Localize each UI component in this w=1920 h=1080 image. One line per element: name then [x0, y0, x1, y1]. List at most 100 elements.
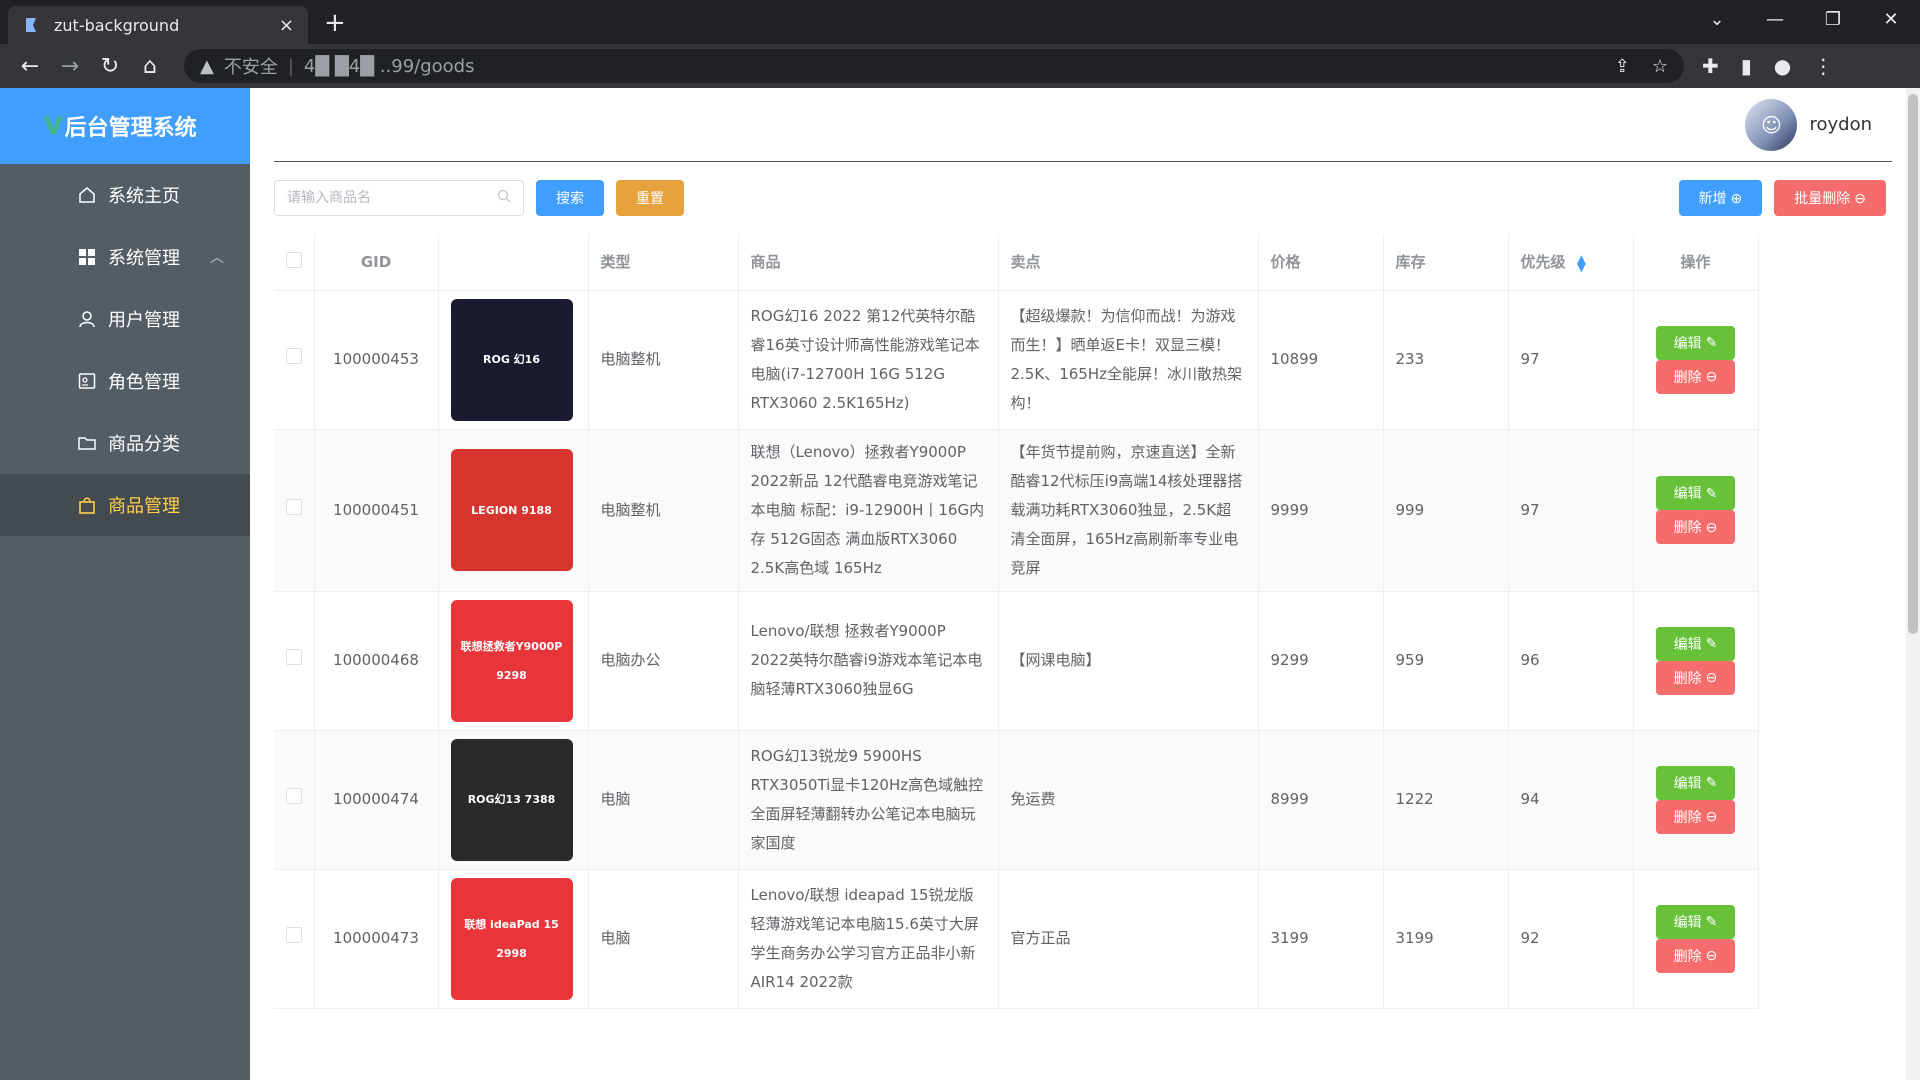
- warning-icon: ▲: [200, 55, 214, 77]
- delete-button[interactable]: 删除 ⊖: [1655, 799, 1736, 834]
- product-thumbnail: ROG 幻16: [450, 298, 573, 421]
- delete-button-label: 删除: [1673, 368, 1702, 385]
- type-cell: 电脑: [588, 730, 739, 870]
- search-box: [274, 180, 524, 216]
- table-row: 100000473 联想 ideaPad 15 2998 电脑 Lenovo/联…: [274, 869, 1759, 1009]
- search-button[interactable]: 搜索: [536, 180, 604, 216]
- sort-caret-icon[interactable]: ▲ ▼: [1577, 253, 1586, 273]
- bookmark-star-icon[interactable]: ☆: [1652, 56, 1668, 77]
- scrollbar-thumb[interactable]: [1908, 94, 1918, 634]
- image-cell: ROG 幻16: [438, 290, 589, 430]
- sidebar-item-system[interactable]: 系统管理 ︿: [0, 226, 250, 288]
- actions-cell: 编辑 ✎ 删除 ⊖: [1633, 730, 1759, 870]
- row-select-cell: [274, 429, 315, 592]
- row-select-cell: [274, 730, 315, 870]
- row-checkbox[interactable]: [286, 649, 302, 665]
- edit-button[interactable]: 编辑 ✎: [1655, 765, 1736, 800]
- product-thumbnail: 联想 ideaPad 15 2998: [450, 877, 573, 1000]
- column-header-image: [438, 234, 589, 291]
- row-checkbox[interactable]: [286, 788, 302, 804]
- search-input[interactable]: [287, 190, 497, 206]
- gid-cell: 100000474: [314, 730, 439, 870]
- table-header-row: GID 类型 商品 卖点 价格 库存 优先级 ▲ ▼ 操作: [274, 234, 1759, 291]
- delete-button[interactable]: 删除 ⊖: [1655, 938, 1736, 973]
- share-icon[interactable]: ⇪: [1615, 56, 1630, 77]
- column-header-priority[interactable]: 优先级 ▲ ▼: [1508, 234, 1634, 291]
- username[interactable]: roydon: [1809, 114, 1872, 135]
- priority-cell: 97: [1508, 290, 1634, 430]
- row-checkbox[interactable]: [286, 927, 302, 943]
- shopping-bag-icon: [76, 494, 98, 516]
- row-checkbox[interactable]: [286, 498, 302, 515]
- delete-button-label: 删除: [1673, 519, 1702, 535]
- browser-tabbar: zut-background × + ⌄ — ❐ ✕: [0, 0, 1920, 44]
- selling-point-cell: 免运费: [998, 730, 1259, 870]
- extensions-icon[interactable]: ✚: [1702, 54, 1719, 78]
- product-thumbnail: 联想拯救者Y9000P 9298: [450, 599, 573, 722]
- column-header-gid: GID: [314, 234, 439, 291]
- price-cell: 9299: [1258, 591, 1384, 731]
- page-scrollbar[interactable]: [1906, 88, 1920, 1080]
- edit-button[interactable]: 编辑 ✎: [1655, 476, 1736, 510]
- batch-delete-button[interactable]: 批量删除 ⊖: [1774, 180, 1886, 216]
- actions-cell: 编辑 ✎ 删除 ⊖: [1633, 290, 1759, 430]
- menu-kebab-icon[interactable]: ⋮: [1813, 54, 1833, 78]
- add-button[interactable]: 新增 ⊕: [1678, 180, 1763, 216]
- price-cell: 9999: [1258, 429, 1384, 592]
- search-icon: [497, 189, 511, 207]
- edit-button[interactable]: 编辑 ✎: [1655, 325, 1736, 360]
- home-browser-icon[interactable]: ⌂: [130, 54, 170, 79]
- gid-cell: 100000453: [314, 290, 439, 430]
- sidebar-item-label: 商品分类: [108, 434, 180, 455]
- restore-icon[interactable]: ❐: [1804, 0, 1862, 40]
- price-cell: 8999: [1258, 730, 1384, 870]
- reload-icon[interactable]: ↻: [90, 54, 130, 79]
- tab-search-icon[interactable]: ⌄: [1688, 0, 1746, 40]
- table-row: 100000474 ROG幻13 7388 电脑 ROG幻13锐龙9 5900H…: [274, 730, 1759, 870]
- actions-cell: 编辑 ✎ 删除 ⊖: [1633, 591, 1759, 731]
- tab-close-icon[interactable]: ×: [279, 15, 294, 36]
- close-window-icon[interactable]: ✕: [1862, 0, 1920, 40]
- brand: V 后台管理系统: [0, 88, 250, 164]
- gid-cell: 100000473: [314, 869, 439, 1009]
- id-card-icon: [76, 370, 98, 392]
- delete-button-label: 删除: [1673, 669, 1702, 686]
- delete-button[interactable]: 删除 ⊖: [1655, 359, 1736, 394]
- back-icon[interactable]: ←: [10, 54, 50, 79]
- table-row: 100000453 ROG 幻16 电脑整机 ROG幻16 2022 第12代英…: [274, 290, 1759, 430]
- minimize-icon[interactable]: —: [1746, 0, 1804, 40]
- column-header-product: 商品: [738, 234, 999, 291]
- minus-circle-icon: ⊖: [1705, 808, 1718, 824]
- url-text: 4█ █4█ ..99/goods: [303, 55, 475, 77]
- select-all-checkbox[interactable]: [286, 251, 302, 268]
- row-checkbox[interactable]: [286, 348, 302, 364]
- edit-button[interactable]: 编辑 ✎: [1655, 626, 1736, 661]
- omnibox-actions: ⇪ ☆: [1615, 56, 1668, 77]
- image-cell: LEGION 9188: [438, 429, 589, 592]
- brand-title: 后台管理系统: [64, 116, 197, 141]
- edit-button[interactable]: 编辑 ✎: [1655, 904, 1736, 939]
- profile-icon[interactable]: ●: [1774, 54, 1791, 78]
- sidebar-item-users[interactable]: 用户管理: [0, 288, 250, 350]
- sidebar-item-categories[interactable]: 商品分类: [0, 412, 250, 474]
- delete-button-label: 删除: [1673, 808, 1702, 825]
- reset-button[interactable]: 重置: [616, 180, 684, 216]
- sidebar-item-roles[interactable]: 角色管理: [0, 350, 250, 412]
- forward-icon[interactable]: →: [50, 54, 90, 79]
- type-cell: 电脑整机: [588, 290, 739, 430]
- table-controls: 搜索 重置 新增 ⊕ 批量删除 ⊖: [274, 162, 1892, 234]
- selling-point-cell: 【网课电脑】: [998, 591, 1259, 731]
- sidebar-item-home[interactable]: 系统主页: [0, 164, 250, 226]
- gid-cell: 100000468: [314, 591, 439, 731]
- new-tab-button[interactable]: +: [324, 8, 346, 38]
- avatar[interactable]: ☺: [1745, 98, 1798, 151]
- delete-button[interactable]: 删除 ⊖: [1655, 510, 1736, 544]
- browser-tab[interactable]: zut-background ×: [8, 6, 308, 44]
- app-root: V 后台管理系统 系统主页 系统管理 ︿ 用户管理 角色管理 商品分类 商品管理…: [0, 88, 1920, 1080]
- sidebar-item-goods[interactable]: 商品管理: [0, 474, 250, 536]
- address-bar[interactable]: ▲ 不安全 | 4█ █4█ ..99/goods ⇪ ☆: [184, 49, 1684, 83]
- delete-button[interactable]: 删除 ⊖: [1655, 660, 1736, 695]
- window-controls: ⌄ — ❐ ✕: [1688, 0, 1920, 40]
- side-panel-icon[interactable]: ▮: [1741, 54, 1752, 78]
- table-row: 100000451 LEGION 9188 电脑整机 联想（Lenovo）拯救者…: [274, 429, 1759, 592]
